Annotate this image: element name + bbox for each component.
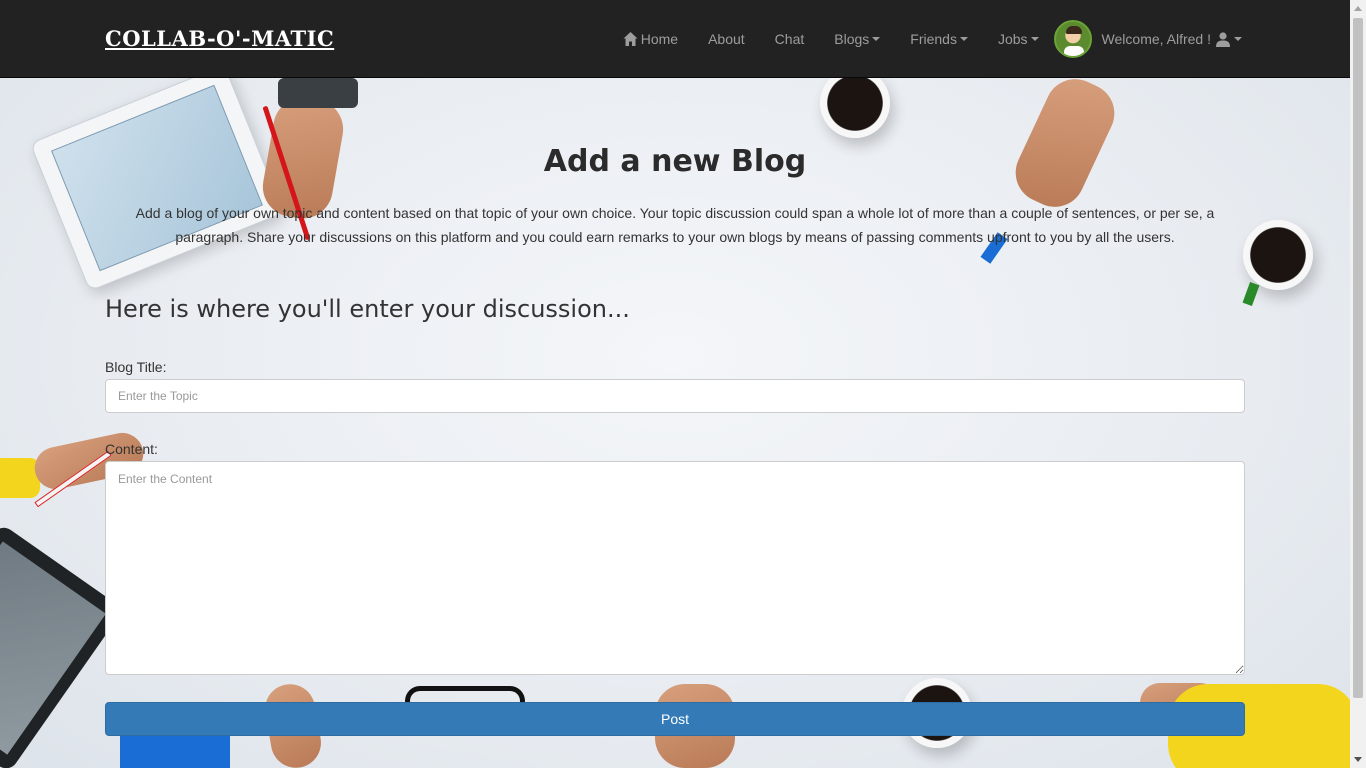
content-label: Content: bbox=[105, 441, 158, 457]
nav-chat[interactable]: Chat bbox=[760, 31, 820, 47]
post-button[interactable]: Post bbox=[105, 702, 1245, 736]
page-title: Add a new Blog bbox=[543, 144, 807, 179]
nav-jobs-dropdown[interactable]: Jobs bbox=[983, 31, 1054, 47]
page-scrollbar[interactable] bbox=[1350, 0, 1366, 768]
nav-blogs-label: Blogs bbox=[834, 31, 870, 47]
intro-paragraph: Add a blog of your own topic and content… bbox=[135, 205, 1215, 245]
home-icon bbox=[623, 32, 638, 46]
content-textarea[interactable] bbox=[105, 461, 1245, 675]
nav-jobs-label: Jobs bbox=[997, 31, 1028, 47]
nav-home-label: Home bbox=[640, 31, 679, 47]
caret-down-icon bbox=[872, 37, 881, 41]
avatar[interactable] bbox=[1053, 20, 1092, 58]
nav-menu: Home About Chat Blogs Friends Jobs Welco… bbox=[607, 0, 1242, 78]
cup-handle-decoration bbox=[1242, 281, 1260, 307]
user-icon bbox=[1216, 32, 1230, 47]
nav-friends-label: Friends bbox=[910, 31, 957, 47]
blog-title-label: Blog Title: bbox=[105, 359, 167, 375]
caret-down-icon bbox=[1234, 37, 1242, 41]
nav-friends-dropdown[interactable]: Friends bbox=[895, 31, 983, 47]
scrollbar-thumb[interactable] bbox=[1353, 18, 1363, 698]
main-content: Add a new Blog Add a blog of your own to… bbox=[105, 78, 1245, 736]
blog-title-input[interactable] bbox=[105, 379, 1245, 413]
scroll-down-arrow-icon[interactable] bbox=[1354, 757, 1362, 762]
welcome-text: Welcome, Alfred ! bbox=[1101, 31, 1211, 47]
user-menu-dropdown[interactable]: Welcome, Alfred ! bbox=[1102, 31, 1242, 47]
top-navbar: COLLAB-O'-MATIC Home About Chat Blogs Fr… bbox=[0, 0, 1350, 78]
section-heading: Here is where you'll enter your discussi… bbox=[105, 295, 630, 323]
nav-blogs-dropdown[interactable]: Blogs bbox=[819, 31, 895, 47]
coffee-cup-decoration bbox=[1243, 220, 1313, 290]
nav-home[interactable]: Home bbox=[607, 31, 693, 47]
nav-about-label: About bbox=[708, 31, 745, 47]
caret-down-icon bbox=[959, 37, 968, 41]
scroll-up-arrow-icon[interactable] bbox=[1354, 6, 1362, 11]
brand-logo[interactable]: COLLAB-O'-MATIC bbox=[105, 26, 334, 51]
caret-down-icon bbox=[1030, 37, 1039, 41]
nav-chat-label: Chat bbox=[774, 31, 805, 47]
nav-about[interactable]: About bbox=[693, 31, 760, 47]
blog-form: Blog Title: Content: Post bbox=[105, 359, 1245, 736]
